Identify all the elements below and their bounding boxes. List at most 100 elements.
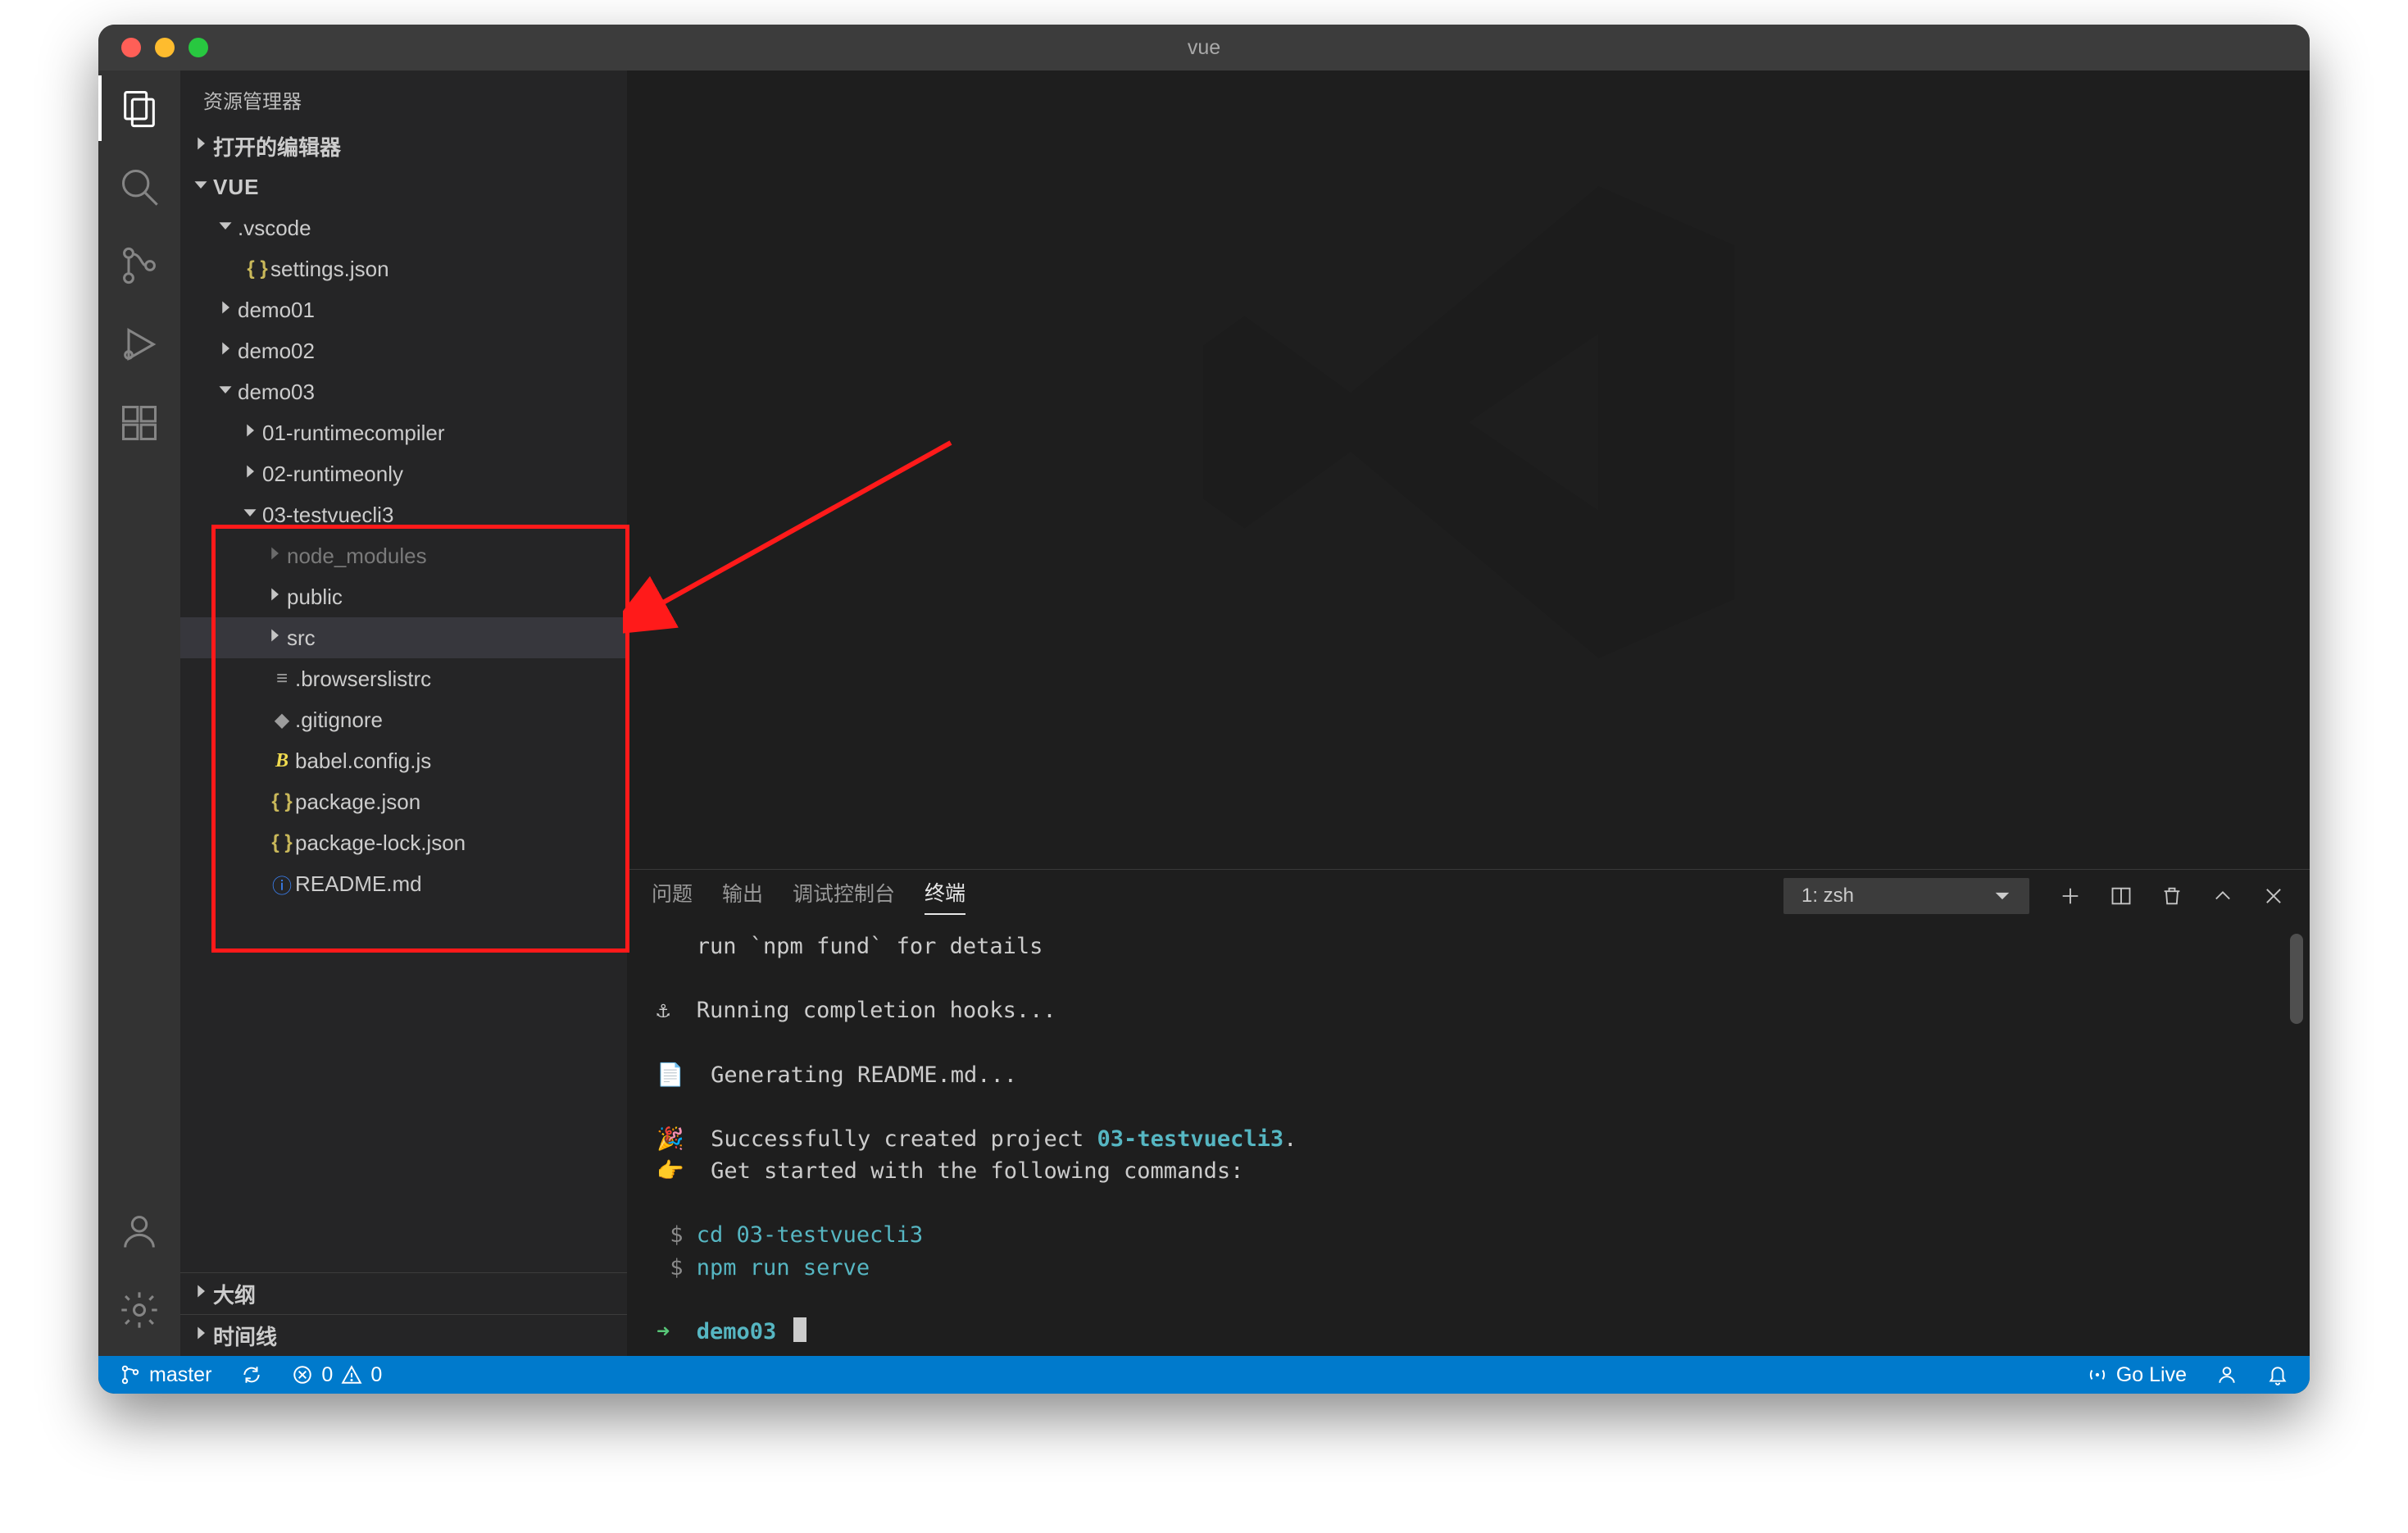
chevron-down-icon <box>213 217 238 239</box>
status-problems[interactable]: 0 0 <box>292 1363 382 1387</box>
go-live-label: Go Live <box>2116 1363 2187 1387</box>
folder-public[interactable]: public <box>180 576 627 617</box>
folder-demo02[interactable]: demo02 <box>180 330 627 371</box>
tree-label: public <box>287 585 343 610</box>
tree-label: 03-testvuecli3 <box>262 503 393 528</box>
tree-label: package-lock.json <box>295 830 466 856</box>
info-file-icon: ⓘ <box>269 870 295 898</box>
tree-label: 01-runtimecompiler <box>262 421 445 446</box>
error-icon <box>292 1364 313 1385</box>
folder-runtimeonly[interactable]: 02-runtimeonly <box>180 453 627 494</box>
tab-terminal[interactable]: 终端 <box>925 877 965 915</box>
folder-src[interactable]: src <box>180 617 627 658</box>
tree-label: node_modules <box>287 544 427 569</box>
section-workspace[interactable]: VUE <box>180 166 627 207</box>
split-terminal-button[interactable] <box>2110 885 2133 908</box>
close-panel-button[interactable] <box>2262 885 2285 908</box>
run-debug-activity-icon[interactable] <box>118 323 161 366</box>
chevron-right-icon <box>262 545 287 566</box>
file-readme-md[interactable]: ⓘ README.md <box>180 863 627 904</box>
window-controls <box>98 38 208 57</box>
json-icon: { } <box>269 831 295 854</box>
file-package-json[interactable]: { } package.json <box>180 781 627 822</box>
section-timeline[interactable]: 时间线 <box>180 1315 627 1356</box>
search-activity-icon[interactable] <box>118 166 161 208</box>
minimize-window-button[interactable] <box>155 38 175 57</box>
new-terminal-button[interactable] <box>2059 885 2082 908</box>
tree-label: README.md <box>295 871 422 897</box>
folder-node-modules[interactable]: node_modules <box>180 535 627 576</box>
section-outline[interactable]: 大纲 <box>180 1273 627 1314</box>
file-babel-config[interactable]: B babel.config.js <box>180 740 627 781</box>
babel-file-icon: B <box>269 750 295 772</box>
terminal-scrollbar[interactable] <box>2290 934 2303 1024</box>
tree-label: .gitignore <box>295 707 383 733</box>
terminal-line: $ cd 03-testvuecli3 <box>657 1222 923 1248</box>
tab-output[interactable]: 输出 <box>722 878 763 914</box>
error-count: 0 <box>321 1363 333 1387</box>
file-browserslistrc[interactable]: ≡ .browserslistrc <box>180 658 627 699</box>
status-notifications[interactable] <box>2267 1364 2288 1385</box>
status-feedback[interactable] <box>2216 1364 2238 1385</box>
folder-demo03[interactable]: demo03 <box>180 371 627 412</box>
close-window-button[interactable] <box>121 38 141 57</box>
tree-label: settings.json <box>270 257 389 282</box>
tree-label: babel.config.js <box>295 748 431 774</box>
zoom-window-button[interactable] <box>189 38 208 57</box>
chevron-right-icon <box>238 463 262 484</box>
tab-problems[interactable]: 问题 <box>652 878 693 914</box>
file-gitignore[interactable]: ◆ .gitignore <box>180 699 627 740</box>
folder-vscode[interactable]: .vscode <box>180 207 627 248</box>
section-open-editors[interactable]: 打开的编辑器 <box>180 125 627 166</box>
chevron-down-icon <box>189 176 213 198</box>
kill-terminal-button[interactable] <box>2160 885 2183 908</box>
status-git-branch[interactable]: master <box>120 1363 211 1387</box>
terminal-shell-selector[interactable]: 1: zsh <box>1783 878 2029 914</box>
terminal-shell-label: 1: zsh <box>1801 885 1854 908</box>
status-bar: master 0 0 Go Live <box>98 1356 2310 1394</box>
chevron-right-icon <box>262 586 287 607</box>
json-icon: { } <box>269 790 295 813</box>
tree-label: demo01 <box>238 298 315 323</box>
settings-activity-icon[interactable] <box>118 1289 161 1331</box>
folder-testvuecli3[interactable]: 03-testvuecli3 <box>180 494 627 535</box>
titlebar: vue <box>98 25 2310 71</box>
status-go-live[interactable]: Go Live <box>2087 1363 2187 1387</box>
explorer-activity-icon[interactable] <box>118 87 161 130</box>
terminal-prompt: ➜ demo03 <box>657 1319 806 1344</box>
feedback-icon <box>2216 1364 2238 1385</box>
chevron-down-icon <box>1993 887 2011 905</box>
tab-debug-console[interactable]: 调试控制台 <box>793 878 895 914</box>
chevron-right-icon <box>213 340 238 362</box>
branch-icon <box>120 1364 141 1385</box>
section-label: 时间线 <box>213 1321 277 1351</box>
chevron-down-icon <box>213 381 238 403</box>
panel-actions <box>2059 885 2285 908</box>
terminal-line: ⚓ Running completion hooks... <box>657 998 1056 1023</box>
window-title: vue <box>98 36 2310 60</box>
extensions-activity-icon[interactable] <box>118 402 161 444</box>
chevron-right-icon <box>213 299 238 321</box>
folder-runtimecompiler[interactable]: 01-runtimecompiler <box>180 412 627 453</box>
folder-demo01[interactable]: demo01 <box>180 289 627 330</box>
vscode-window: vue <box>98 25 2310 1394</box>
file-package-lock-json[interactable]: { } package-lock.json <box>180 822 627 863</box>
source-control-activity-icon[interactable] <box>118 244 161 287</box>
config-file-icon: ≡ <box>269 667 295 690</box>
chevron-down-icon <box>238 504 262 525</box>
status-sync[interactable] <box>241 1364 262 1385</box>
maximize-panel-button[interactable] <box>2211 885 2234 908</box>
explorer-sidebar: 资源管理器 打开的编辑器 VUE .vscode { } se <box>180 71 627 1356</box>
file-tree: .vscode { } settings.json demo01 demo02 <box>180 207 627 904</box>
tree-label: .browserslistrc <box>295 666 431 692</box>
sidebar-title: 资源管理器 <box>180 71 627 125</box>
file-settings-json[interactable]: { } settings.json <box>180 248 627 289</box>
warning-icon <box>341 1364 362 1385</box>
accounts-activity-icon[interactable] <box>118 1210 161 1253</box>
terminal-output[interactable]: run `npm fund` for details ⚓ Running com… <box>627 922 2310 1356</box>
vscode-watermark-icon <box>1174 127 1764 717</box>
section-label: 打开的编辑器 <box>213 131 341 161</box>
empty-editor <box>627 71 2310 869</box>
section-label: VUE <box>213 175 259 200</box>
bell-icon <box>2267 1364 2288 1385</box>
